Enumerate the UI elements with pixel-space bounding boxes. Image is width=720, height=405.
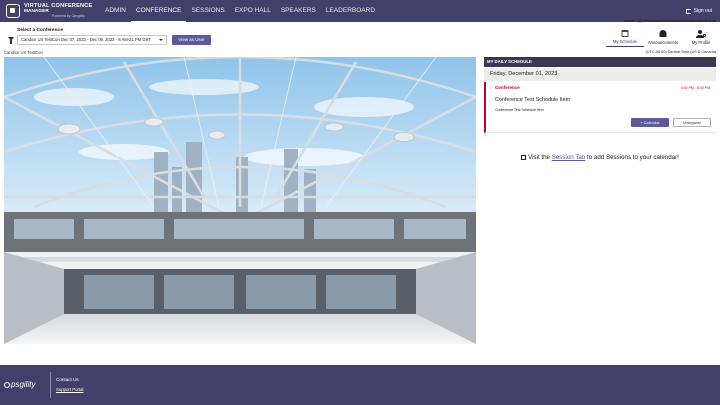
nav-expo-hall[interactable]: EXPO HALL xyxy=(230,0,276,22)
contact-us-link[interactable]: Contact Us xyxy=(56,377,79,382)
session-tab-link[interactable]: Session Tab xyxy=(552,154,586,161)
add-to-calendar-button[interactable]: + Calendar xyxy=(631,118,669,127)
footer-divider xyxy=(50,372,51,398)
calendar-icon xyxy=(621,30,629,37)
conference-select[interactable]: Candice UX TestCon Dec 07, 2023 - Dec 09… xyxy=(17,35,167,45)
my-profile-label: My Profile xyxy=(691,40,711,45)
footer-logo-text: psgility xyxy=(11,380,36,389)
nav-sessions[interactable]: SESSIONS xyxy=(186,0,229,22)
visit-sessions-message: Visit the Session Tab to add Sessions to… xyxy=(484,154,716,161)
timezone-label: (UTC-06:00) Central Time (US & Canada) xyxy=(645,50,716,54)
schedule-item-subtitle: Conference Test Schedule Item xyxy=(495,108,544,112)
nav-conference[interactable]: CONFERENCE xyxy=(130,0,187,22)
app-logo[interactable]: VIRTUAL CONFERENCE MANAGER Powered by Op… xyxy=(6,3,98,19)
support-portal-link[interactable]: Support Portal xyxy=(56,387,83,392)
schedule-item-title: Conference Test Schedule Item xyxy=(495,97,571,103)
user-email: admin-1@virtualconferencedemo.onmicrosof… xyxy=(624,19,716,23)
nav-leaderboard[interactable]: LEADERBOARD xyxy=(321,0,380,22)
schedule-date: Friday, December 01, 2023 xyxy=(484,68,716,81)
schedule-item-card[interactable]: Conference 4:00 PM - 5:00 PM Conference … xyxy=(484,82,716,133)
filter-icon xyxy=(8,37,14,44)
select-conference-label: Select a Conference xyxy=(17,28,63,33)
announcements-label: Announcements xyxy=(647,40,679,45)
user-icon-nav: My Schedule Announcements My Profile xyxy=(606,27,720,47)
unregister-button[interactable]: Unregister xyxy=(673,118,711,127)
sign-out-icon xyxy=(685,8,691,14)
calendar-icon xyxy=(521,154,527,160)
daily-schedule-header: MY DAILY SCHEDULE xyxy=(484,57,716,67)
logo-title-line2: MANAGER xyxy=(24,9,49,14)
logo-tagline: Powered by Opsgility xyxy=(52,14,85,18)
schedule-item-type: Conference xyxy=(495,85,520,90)
view-as-user-button[interactable]: View as User xyxy=(172,35,211,45)
schedule-item-time: 4:00 PM - 5:00 PM xyxy=(680,86,710,90)
my-schedule-tab[interactable]: My Schedule xyxy=(606,27,644,47)
logo-mark-icon xyxy=(6,4,20,18)
visit-suffix: to add Sessions to your calendar! xyxy=(585,154,679,161)
nav-speakers[interactable]: SPEAKERS xyxy=(276,0,321,22)
footer: psgility Contact Us Support Portal xyxy=(0,365,720,405)
main-menu: ADMIN CONFERENCE SESSIONS EXPO HALL SPEA… xyxy=(100,0,380,22)
bell-icon xyxy=(659,30,667,37)
chevron-down-icon xyxy=(159,39,163,41)
profile-icon xyxy=(696,30,706,38)
opsgility-logo[interactable]: psgility xyxy=(4,380,35,389)
conference-name: Candice UX TestCon xyxy=(4,50,43,55)
my-profile-tab[interactable]: My Profile xyxy=(682,27,720,47)
nav-admin[interactable]: ADMIN xyxy=(100,0,131,22)
top-navigation-bar: VIRTUAL CONFERENCE MANAGER Powered by Op… xyxy=(0,0,720,22)
announcements-tab[interactable]: Announcements xyxy=(644,27,682,47)
conference-select-value: Candice UX TestCon Dec 07, 2023 - Dec 09… xyxy=(21,37,151,42)
my-schedule-label: My Schedule xyxy=(612,39,638,44)
visit-prefix: Visit the xyxy=(528,154,552,161)
conference-hall-image xyxy=(4,57,476,344)
logo-ring-icon xyxy=(4,381,10,388)
